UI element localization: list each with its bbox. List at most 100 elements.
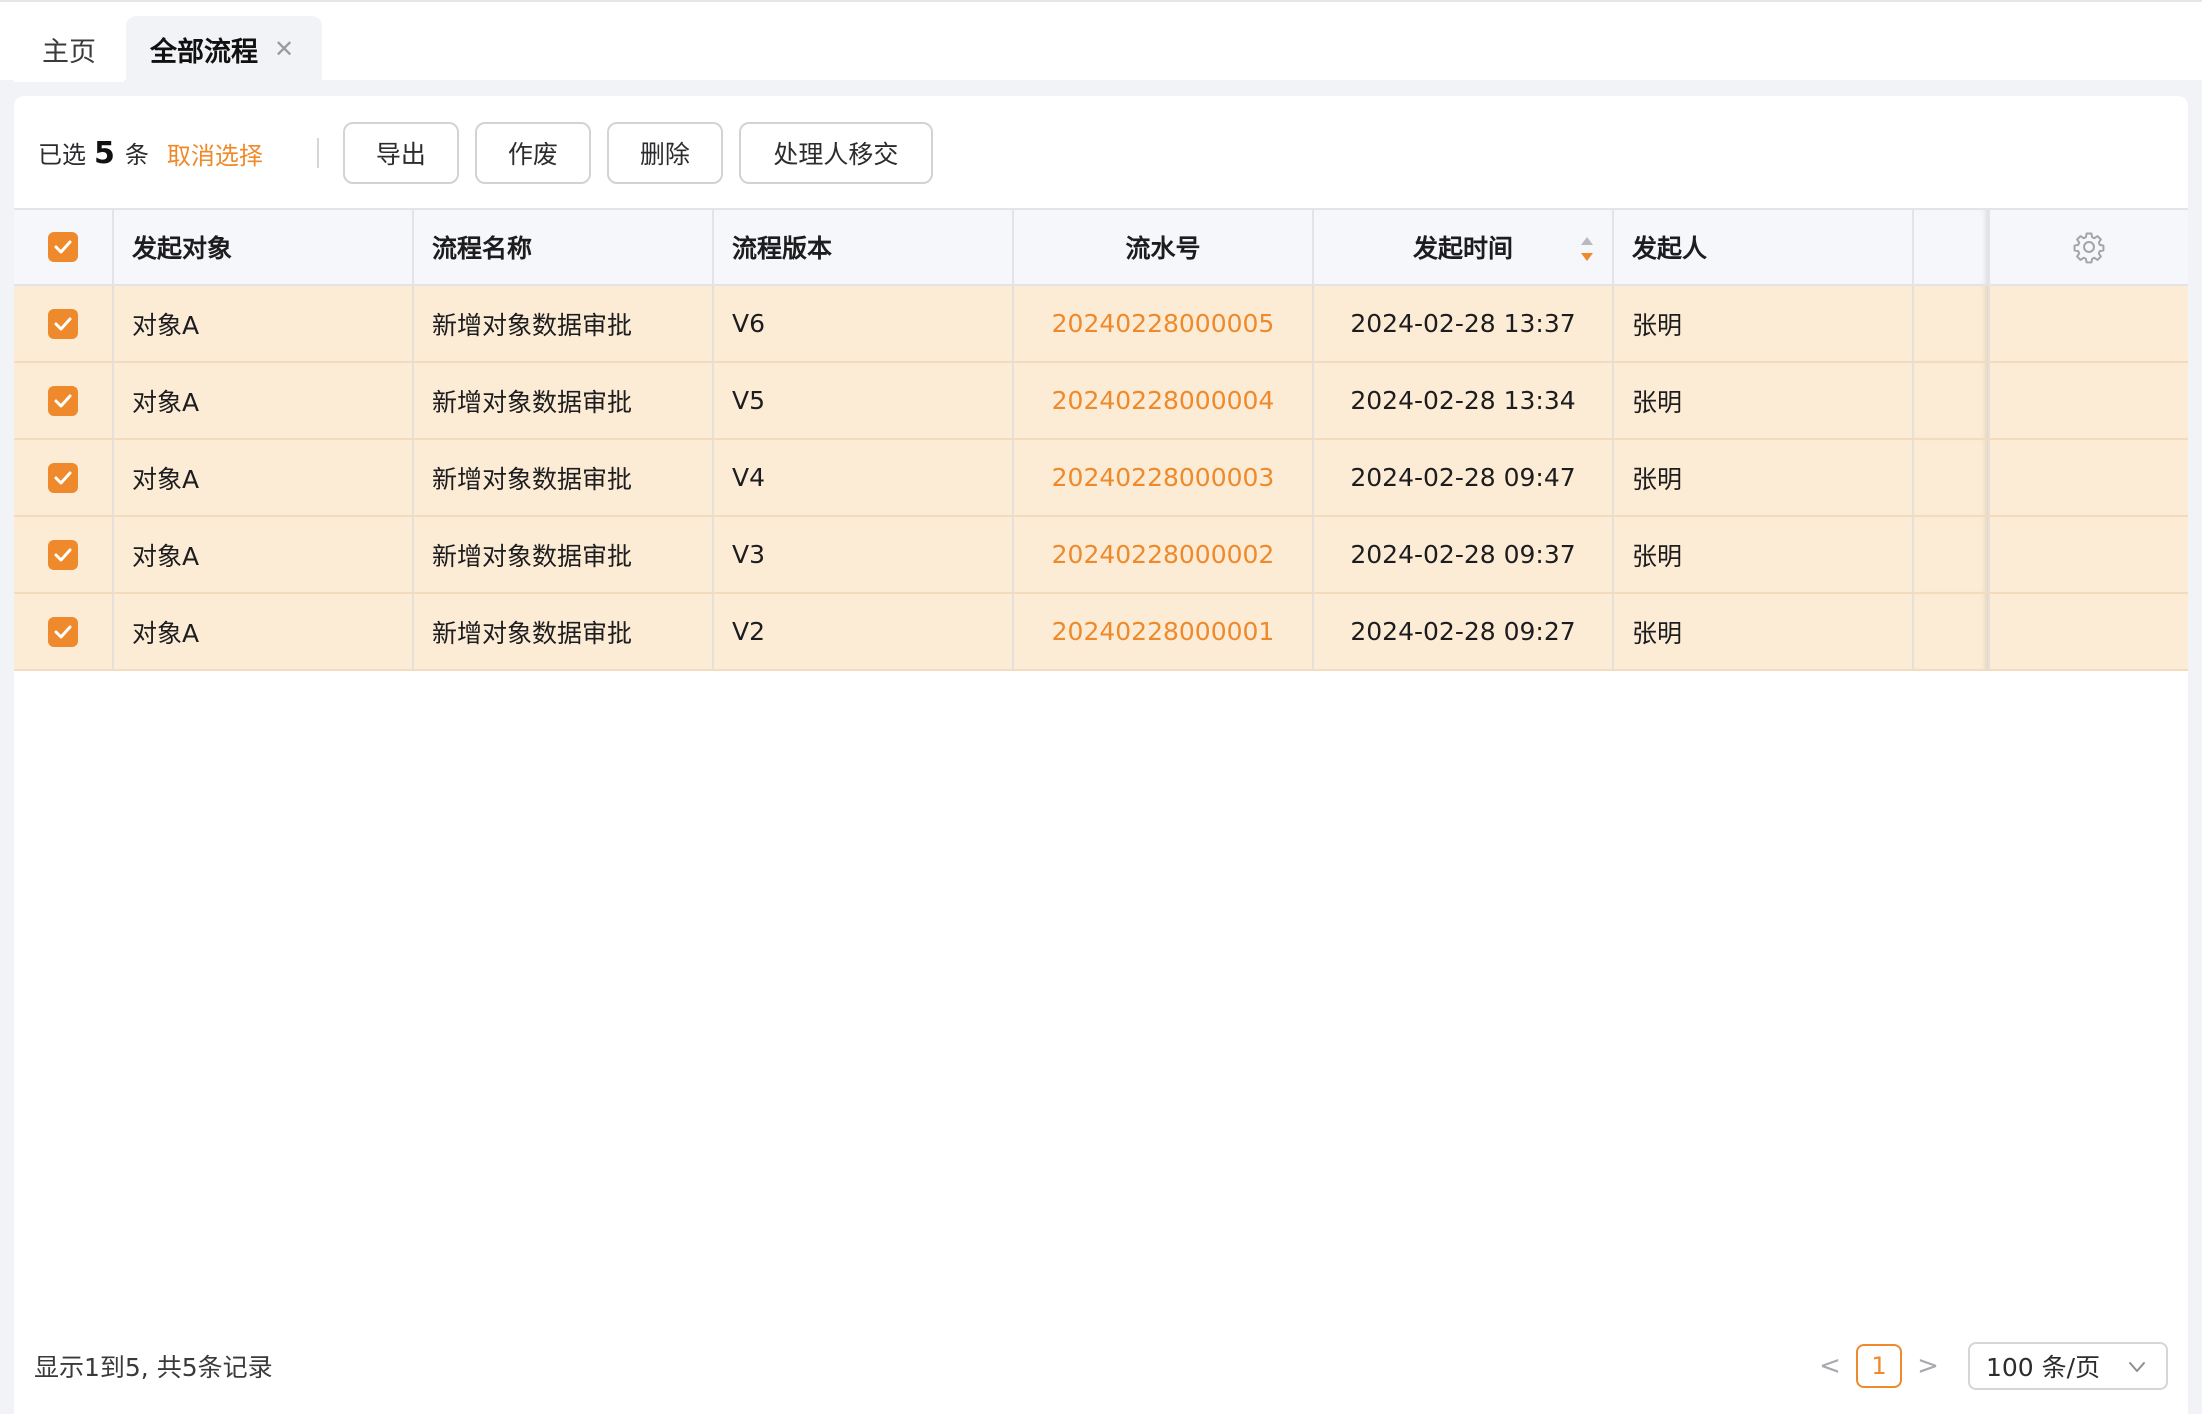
cell-time: 2024-02-28 09:37 bbox=[1314, 517, 1614, 592]
check-icon bbox=[54, 471, 72, 484]
cell-time: 2024-02-28 09:27 bbox=[1314, 594, 1614, 669]
cell-version: V2 bbox=[714, 594, 1014, 669]
cell-time: 2024-02-28 09:47 bbox=[1314, 440, 1614, 515]
column-header-object: 发起对象 bbox=[114, 210, 414, 284]
column-header-initiator: 发起人 bbox=[1614, 210, 1914, 284]
column-header-extra bbox=[1914, 210, 1990, 284]
chevron-right-icon[interactable]: > bbox=[1908, 1351, 1948, 1381]
check-icon bbox=[54, 548, 72, 561]
delete-button[interactable]: 删除 bbox=[606, 122, 723, 184]
selection-toolbar: 已选 5 条 取消选择 导出 作废 删除 处理人移交 bbox=[14, 96, 2188, 210]
tab-all-processes[interactable]: 全部流程 ✕ bbox=[126, 16, 322, 82]
cell-extra bbox=[1914, 286, 1990, 361]
cell-initiator: 张明 bbox=[1614, 286, 1914, 361]
tab-home[interactable]: 主页 bbox=[14, 16, 124, 82]
cell-extra bbox=[1914, 363, 1990, 438]
pagination: < 1 > 100 条/页 bbox=[1810, 1342, 2168, 1390]
column-header-time[interactable]: 发起时间 bbox=[1314, 210, 1614, 284]
cancel-selection-link[interactable]: 取消选择 bbox=[167, 136, 263, 171]
cell-serial: 20240228000003 bbox=[1014, 440, 1314, 515]
cell-time: 2024-02-28 13:37 bbox=[1314, 286, 1614, 361]
page-size-select[interactable]: 100 条/页 bbox=[1968, 1342, 2168, 1390]
selection-count: 5 bbox=[94, 136, 115, 171]
table-row[interactable]: 对象A 新增对象数据审批 V3 20240228000002 2024-02-2… bbox=[14, 517, 2188, 594]
row-checkbox-cell bbox=[14, 517, 114, 592]
main-panel: 已选 5 条 取消选择 导出 作废 删除 处理人移交 发起对象 流程名称 流程版… bbox=[14, 96, 2188, 1414]
chevron-left-icon[interactable]: < bbox=[1810, 1351, 1850, 1381]
cell-settings bbox=[1990, 517, 2188, 592]
cell-version: V5 bbox=[714, 363, 1014, 438]
row-checkbox-cell bbox=[14, 363, 114, 438]
check-icon bbox=[54, 625, 72, 638]
cell-version: V4 bbox=[714, 440, 1014, 515]
cell-object: 对象A bbox=[114, 286, 414, 361]
selection-prefix: 已选 bbox=[38, 141, 86, 169]
cell-settings bbox=[1990, 286, 2188, 361]
cell-name: 新增对象数据审批 bbox=[414, 440, 714, 515]
cell-object: 对象A bbox=[114, 517, 414, 592]
cell-serial: 20240228000002 bbox=[1014, 517, 1314, 592]
cell-name: 新增对象数据审批 bbox=[414, 517, 714, 592]
tab-home-label: 主页 bbox=[42, 36, 96, 68]
transfer-handler-button[interactable]: 处理人移交 bbox=[738, 122, 933, 184]
cell-object: 对象A bbox=[114, 440, 414, 515]
cell-serial: 20240228000004 bbox=[1014, 363, 1314, 438]
table-row[interactable]: 对象A 新增对象数据审批 V2 20240228000001 2024-02-2… bbox=[14, 594, 2188, 671]
cell-object: 对象A bbox=[114, 363, 414, 438]
cell-version: V3 bbox=[714, 517, 1014, 592]
void-button[interactable]: 作废 bbox=[474, 122, 591, 184]
cell-settings bbox=[1990, 594, 2188, 669]
export-button[interactable]: 导出 bbox=[342, 122, 459, 184]
page-size-value: 100 条/页 bbox=[1986, 1353, 2101, 1382]
cell-version: V6 bbox=[714, 286, 1014, 361]
cell-extra bbox=[1914, 440, 1990, 515]
serial-link[interactable]: 20240228000003 bbox=[1052, 463, 1275, 492]
column-header-time-label: 发起时间 bbox=[1412, 234, 1513, 263]
column-settings-cell bbox=[1990, 210, 2188, 284]
check-icon bbox=[54, 317, 72, 330]
cell-name: 新增对象数据审批 bbox=[414, 286, 714, 361]
serial-link[interactable]: 20240228000005 bbox=[1052, 309, 1275, 338]
cell-settings bbox=[1990, 363, 2188, 438]
cell-initiator: 张明 bbox=[1614, 363, 1914, 438]
table-row[interactable]: 对象A 新增对象数据审批 V5 20240228000004 2024-02-2… bbox=[14, 363, 2188, 440]
process-table: 发起对象 流程名称 流程版本 流水号 发起时间 发起人 对象A 新增对象数据审批… bbox=[14, 208, 2188, 671]
select-all-checkbox[interactable] bbox=[48, 232, 78, 262]
row-checkbox[interactable] bbox=[48, 308, 78, 339]
column-header-name: 流程名称 bbox=[414, 210, 714, 284]
cell-initiator: 张明 bbox=[1614, 594, 1914, 669]
serial-link[interactable]: 20240228000002 bbox=[1052, 540, 1275, 569]
column-header-serial: 流水号 bbox=[1014, 210, 1314, 284]
cell-settings bbox=[1990, 440, 2188, 515]
cell-object: 对象A bbox=[114, 594, 414, 669]
serial-link[interactable]: 20240228000001 bbox=[1052, 617, 1275, 646]
tab-bar: 主页 全部流程 ✕ bbox=[0, 0, 2202, 82]
cell-name: 新增对象数据审批 bbox=[414, 594, 714, 669]
row-checkbox[interactable] bbox=[48, 616, 78, 647]
row-checkbox-cell bbox=[14, 440, 114, 515]
check-icon bbox=[54, 240, 72, 254]
gear-icon[interactable] bbox=[2072, 230, 2106, 264]
table-header: 发起对象 流程名称 流程版本 流水号 发起时间 发起人 bbox=[14, 208, 2188, 286]
row-checkbox[interactable] bbox=[48, 385, 78, 416]
cell-name: 新增对象数据审批 bbox=[414, 363, 714, 438]
header-checkbox-cell bbox=[14, 210, 114, 284]
row-checkbox[interactable] bbox=[48, 539, 78, 570]
tab-all-processes-label: 全部流程 bbox=[150, 36, 258, 68]
cell-serial: 20240228000001 bbox=[1014, 594, 1314, 669]
cell-time: 2024-02-28 13:34 bbox=[1314, 363, 1614, 438]
toolbar-divider bbox=[316, 138, 319, 168]
row-checkbox[interactable] bbox=[48, 462, 78, 493]
cell-initiator: 张明 bbox=[1614, 517, 1914, 592]
sort-icon[interactable] bbox=[1578, 234, 1596, 264]
page-number-current[interactable]: 1 bbox=[1856, 1344, 1902, 1388]
row-checkbox-cell bbox=[14, 594, 114, 669]
cell-initiator: 张明 bbox=[1614, 440, 1914, 515]
table-row[interactable]: 对象A 新增对象数据审批 V6 20240228000005 2024-02-2… bbox=[14, 286, 2188, 363]
serial-link[interactable]: 20240228000004 bbox=[1052, 386, 1275, 415]
record-count-info: 显示1到5, 共5条记录 bbox=[34, 1353, 273, 1382]
cell-extra bbox=[1914, 517, 1990, 592]
table-row[interactable]: 对象A 新增对象数据审批 V4 20240228000003 2024-02-2… bbox=[14, 440, 2188, 517]
cell-serial: 20240228000005 bbox=[1014, 286, 1314, 361]
close-icon[interactable]: ✕ bbox=[274, 35, 294, 63]
